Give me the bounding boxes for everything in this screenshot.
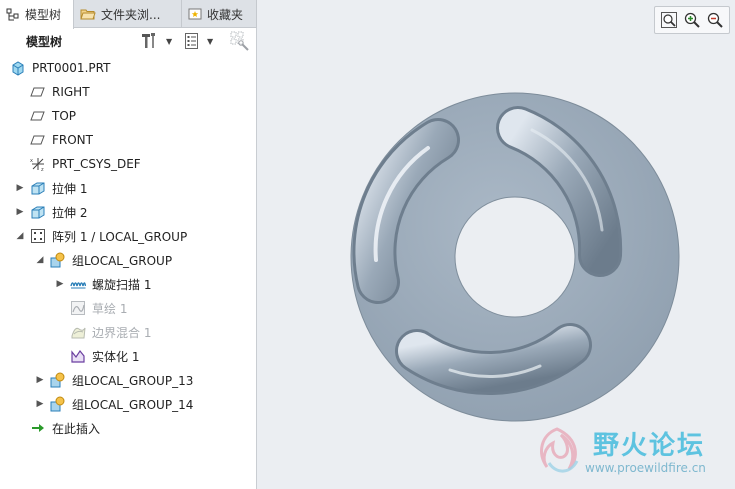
view-toolbar	[654, 6, 730, 34]
expand-arrow-icon[interactable]: ▶	[35, 399, 45, 409]
zoom-in-icon	[684, 12, 700, 28]
hammer-icon	[142, 33, 155, 48]
group-icon	[50, 372, 65, 388]
model-tree-toolbar: 模型树 ▼ ▼	[0, 28, 257, 54]
tree-item-local-group[interactable]: ◢ 组LOCAL_GROUP	[0, 248, 255, 272]
filter-icon	[230, 31, 249, 51]
extrude-icon	[31, 182, 45, 195]
part-icon	[12, 61, 24, 76]
list-icon	[185, 33, 198, 49]
refit-button[interactable]	[659, 10, 679, 30]
flame-logo-icon	[540, 427, 579, 473]
tree-item-label: PRT0001.PRT	[32, 61, 111, 75]
tree-item-pattern-1[interactable]: ◢ 阵列 1 / LOCAL_GROUP	[0, 224, 255, 248]
navigator-tabs: 模型树 文件夹浏... 收藏夹	[0, 0, 257, 29]
settings-button[interactable]: ▼	[140, 31, 172, 51]
group-icon	[50, 252, 65, 268]
tree-item-csys[interactable]: x z PRT_CSYS_DEF	[0, 152, 255, 176]
tree-item-label: 草绘 1	[92, 301, 128, 316]
tab-favorites[interactable]: 收藏夹	[182, 0, 257, 28]
chevron-down-icon: ▼	[166, 36, 173, 46]
star-icon	[188, 8, 202, 20]
refit-icon	[661, 12, 678, 28]
tree-item-label: TOP	[52, 109, 77, 123]
tree-item-extrude-1[interactable]: ▶ 拉伸 1	[0, 176, 255, 200]
csys-icon: x z	[30, 158, 44, 172]
expand-arrow-icon[interactable]: ▶	[15, 207, 25, 217]
tree-item-label: 阵列 1 / LOCAL_GROUP	[52, 229, 188, 244]
tab-favorites-label: 收藏夹	[207, 7, 244, 22]
tree-item-label: 组LOCAL_GROUP_13	[72, 373, 194, 388]
expand-arrow-icon[interactable]: ▶	[35, 375, 45, 385]
insert-arrow-icon	[32, 424, 44, 432]
pattern-icon	[31, 229, 45, 243]
watermark-url: www.proewildfire.cn	[585, 461, 706, 475]
datum-plane-icon	[30, 135, 45, 145]
group-icon	[50, 396, 65, 412]
tree-item-boundary-blend-1[interactable]: 边界混合 1	[0, 320, 255, 344]
helical-sweep-icon	[70, 282, 86, 289]
expand-arrow-icon[interactable]: ▶	[15, 183, 25, 193]
solidify-icon	[71, 349, 85, 363]
expand-arrow-icon[interactable]: ▶	[55, 279, 65, 289]
model-tree-panel: 模型树 文件夹浏... 收藏夹 模型树 ▼ ▼ PRT0001.PRT RIGH…	[0, 0, 257, 489]
forum-watermark: 野火论坛 www.proewildfire.cn	[525, 423, 730, 483]
tree-item-label: 组LOCAL_GROUP	[72, 253, 173, 268]
collapse-arrow-icon[interactable]: ◢	[15, 231, 25, 241]
tab-model-tree[interactable]: 模型树	[0, 0, 74, 29]
tree-item-label: PRT_CSYS_DEF	[52, 157, 141, 171]
datum-plane-icon	[30, 111, 45, 121]
datum-plane-icon	[30, 87, 45, 97]
tree-item-local-group-13[interactable]: ▶ 组LOCAL_GROUP_13	[0, 368, 255, 392]
filter-button[interactable]	[230, 31, 250, 51]
tree-item-label: 组LOCAL_GROUP_14	[72, 397, 194, 412]
svg-text:z: z	[41, 167, 44, 172]
tree-item-insert-here[interactable]: 在此插入	[0, 416, 255, 440]
tree-item-label: 螺旋扫描 1	[92, 277, 152, 292]
tab-folder-browser-label: 文件夹浏...	[101, 7, 161, 22]
show-button[interactable]: ▼	[184, 31, 213, 51]
model-tree-title: 模型树	[26, 35, 63, 49]
tree-item-label: FRONT	[52, 133, 93, 147]
extrude-icon	[31, 206, 45, 219]
tree-item-label: RIGHT	[52, 85, 90, 99]
tree-item-label: 边界混合 1	[92, 325, 152, 340]
tree-item-solidify-1[interactable]: 实体化 1	[0, 344, 255, 368]
tree-item-root[interactable]: PRT0001.PRT	[0, 56, 255, 80]
tree-item-local-group-14[interactable]: ▶ 组LOCAL_GROUP_14	[0, 392, 255, 416]
tab-model-tree-label: 模型树	[25, 8, 62, 22]
chevron-down-icon: ▼	[207, 36, 214, 46]
tree-item-sketch-1[interactable]: 草绘 1	[0, 296, 255, 320]
tree-item-top[interactable]: TOP	[0, 104, 255, 128]
center-hole	[454, 196, 576, 318]
collapse-arrow-icon[interactable]: ◢	[35, 255, 45, 265]
tree-item-label: 在此插入	[52, 421, 101, 436]
tree-item-extrude-2[interactable]: ▶ 拉伸 2	[0, 200, 255, 224]
tab-folder-browser[interactable]: 文件夹浏...	[74, 0, 182, 28]
tree-item-helical-sweep-1[interactable]: ▶ 螺旋扫描 1	[0, 272, 255, 296]
tree-item-front[interactable]: FRONT	[0, 128, 255, 152]
boundary-blend-icon	[71, 327, 86, 339]
tree-item-label: 拉伸 2	[52, 205, 88, 220]
tree-icon	[6, 8, 19, 20]
zoom-out-button[interactable]	[705, 10, 725, 30]
tree-item-label: 拉伸 1	[52, 181, 88, 196]
zoom-in-button[interactable]	[682, 10, 702, 30]
tree-item-right[interactable]: RIGHT	[0, 80, 255, 104]
sketch-icon	[71, 301, 85, 315]
svg-text:x: x	[30, 158, 33, 164]
graphics-window[interactable]	[300, 70, 720, 430]
zoom-out-icon	[707, 12, 723, 28]
watermark-title: 野火论坛	[593, 431, 706, 461]
folder-icon	[80, 9, 96, 20]
tree-item-label: 实体化 1	[92, 349, 140, 364]
